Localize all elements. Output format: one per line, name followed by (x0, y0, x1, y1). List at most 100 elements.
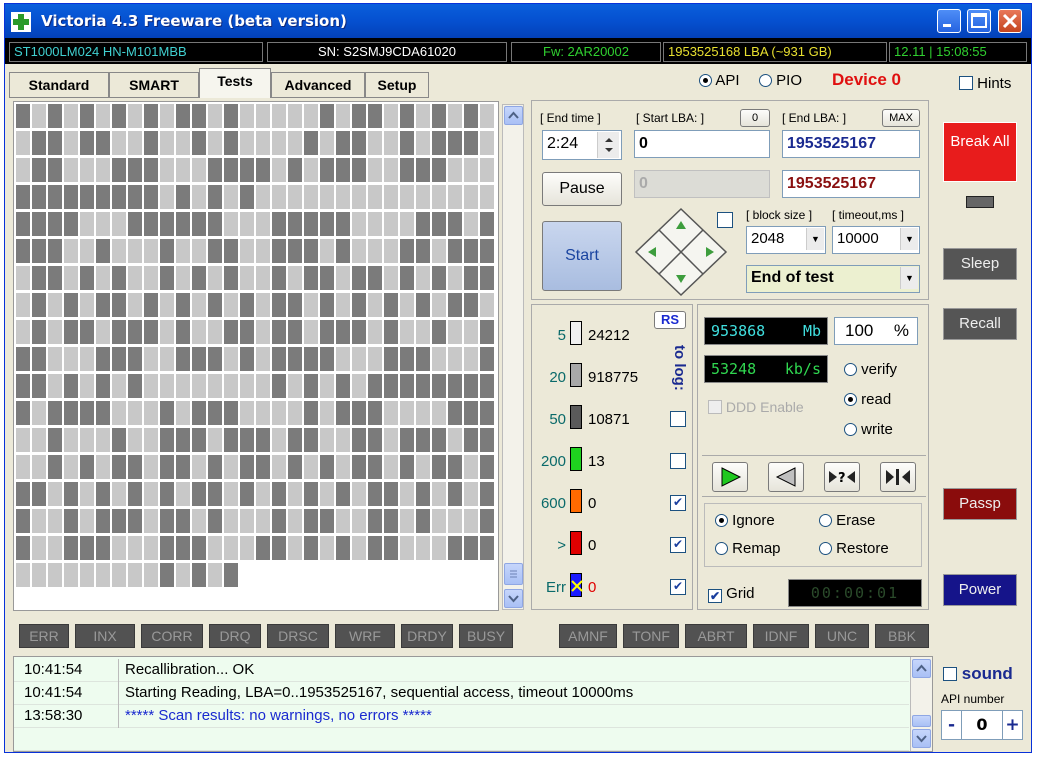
restore-radio[interactable]: Restore (819, 540, 889, 557)
pio-radio[interactable]: PIO (759, 72, 802, 89)
log-scroll-down-button[interactable] (912, 729, 931, 748)
scroll-thumb[interactable] (504, 563, 523, 585)
log-scroll-up-button[interactable] (912, 659, 931, 678)
surface-block (272, 401, 286, 425)
surface-block (224, 482, 238, 506)
scroll-up-button[interactable] (504, 106, 523, 125)
api-number-plus[interactable]: + (1002, 711, 1022, 739)
chevron-down-icon[interactable]: ▼ (900, 228, 918, 250)
power-button[interactable]: Power (943, 574, 1017, 606)
restore-radio-dot[interactable] (819, 542, 832, 555)
log-time: 10:41:54 (24, 684, 83, 701)
hints-check[interactable] (959, 76, 973, 90)
erase-radio[interactable]: Erase (819, 512, 875, 529)
flag-busy: BUSY (459, 624, 513, 648)
passp-button[interactable]: Passp (943, 488, 1017, 520)
surface-block (208, 401, 222, 425)
surface-block (48, 374, 62, 398)
surface-block (368, 104, 382, 128)
api-number-value[interactable]: 0 (962, 711, 1002, 739)
end-action-select[interactable]: End of test ▼ (746, 265, 920, 293)
counter-log-checkbox[interactable]: ✔ (670, 579, 686, 595)
surface-block (448, 293, 462, 317)
surface-block (128, 131, 142, 155)
sound-checkbox[interactable]: sound (943, 664, 1013, 684)
end-lba-max-button[interactable]: MAX (882, 109, 920, 127)
tab-tests[interactable]: Tests (199, 68, 271, 98)
surface-block (128, 158, 142, 182)
surface-block (288, 509, 302, 533)
ignore-radio-dot[interactable] (715, 514, 728, 527)
sleep-button[interactable]: Sleep (943, 248, 1017, 280)
surface-block (128, 428, 142, 452)
tab-standard[interactable]: Standard (9, 72, 109, 98)
block-size-select[interactable]: 2048 ▼ (746, 226, 826, 254)
scroll-down-button[interactable] (504, 589, 523, 608)
rewind-button[interactable] (768, 462, 804, 492)
tab-advanced[interactable]: Advanced (271, 72, 365, 98)
read-radio-dot[interactable] (844, 393, 857, 406)
direction-checkbox[interactable] (717, 212, 733, 228)
api-radio-dot[interactable] (699, 74, 712, 87)
start-lba-zero-button[interactable]: 0 (740, 109, 770, 127)
counter-log-checkbox[interactable] (670, 411, 686, 427)
surface-block (416, 239, 430, 263)
surface-block (176, 185, 190, 209)
remap-radio-dot[interactable] (715, 542, 728, 555)
pio-radio-dot[interactable] (759, 74, 772, 87)
ignore-radio[interactable]: Ignore (715, 512, 775, 529)
surface-block (384, 131, 398, 155)
sound-check[interactable] (943, 667, 957, 681)
map-scrollbar[interactable] (502, 104, 524, 610)
maximize-button[interactable] (967, 9, 991, 33)
start-button[interactable]: Start (542, 221, 622, 291)
log-scrollbar[interactable] (910, 657, 932, 751)
surface-block (320, 293, 334, 317)
ddd-enable-checkbox[interactable]: DDD Enable (708, 399, 804, 415)
end-time-input[interactable]: 2:24 (542, 130, 622, 160)
grid-checkbox[interactable]: ✔ Grid (708, 585, 755, 603)
surface-block (384, 266, 398, 290)
grid-check[interactable]: ✔ (708, 589, 722, 603)
erase-radio-dot[interactable] (819, 514, 832, 527)
api-number-stepper[interactable]: - 0 + (941, 710, 1023, 740)
recall-button[interactable]: Recall (943, 308, 1017, 340)
ddd-check[interactable] (708, 400, 722, 414)
start-lba-input[interactable]: 0 (634, 130, 770, 158)
api-number-minus[interactable]: - (942, 711, 962, 739)
surface-block (144, 401, 158, 425)
verify-radio[interactable]: verify (844, 361, 897, 378)
surface-block (80, 455, 94, 479)
title-bar[interactable]: Victoria 4.3 Freeware (beta version) (5, 4, 1031, 38)
read-radio[interactable]: read (844, 391, 891, 408)
minimize-button[interactable] (937, 9, 961, 33)
chevron-down-icon[interactable]: ▼ (806, 228, 824, 250)
counter-log-checkbox[interactable] (670, 453, 686, 469)
surface-block (64, 185, 78, 209)
write-radio-dot[interactable] (844, 423, 857, 436)
hints-checkbox[interactable]: Hints (959, 75, 1011, 92)
remap-radio[interactable]: Remap (715, 540, 781, 557)
surface-block (64, 158, 78, 182)
pause-button[interactable]: Pause (542, 172, 622, 206)
reset-stats-button[interactable]: RS (654, 311, 686, 329)
close-button[interactable] (998, 9, 1022, 33)
counter-log-checkbox[interactable]: ✔ (670, 537, 686, 553)
seek-direction-pad[interactable] (634, 207, 728, 297)
timeout-select[interactable]: 10000 ▼ (832, 226, 920, 254)
chevron-down-icon[interactable]: ▼ (900, 267, 918, 289)
end-time-spinner[interactable] (597, 132, 619, 158)
play-button[interactable] (712, 462, 748, 492)
api-radio[interactable]: API (699, 72, 740, 89)
write-radio[interactable]: write (844, 421, 893, 438)
verify-radio-dot[interactable] (844, 363, 857, 376)
end-lba-input[interactable]: 1953525167 (782, 130, 920, 158)
surface-block (208, 266, 222, 290)
counter-log-checkbox[interactable]: ✔ (670, 495, 686, 511)
log-scroll-thumb[interactable] (912, 715, 931, 727)
random-seek-button[interactable]: ? (824, 462, 860, 492)
butterfly-button[interactable] (880, 462, 916, 492)
tab-smart[interactable]: SMART (109, 72, 199, 98)
tab-setup[interactable]: Setup (365, 72, 429, 98)
break-all-button[interactable]: Break All (943, 122, 1017, 182)
